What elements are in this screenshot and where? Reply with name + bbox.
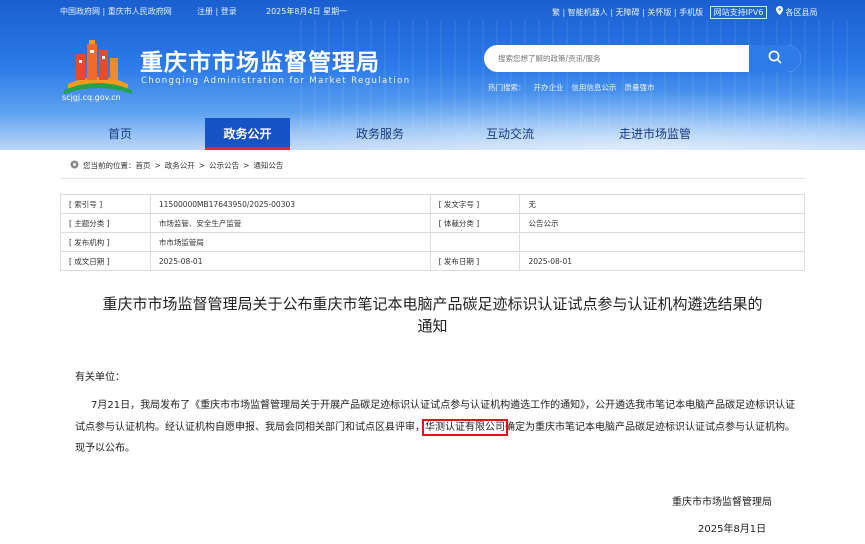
article-signature: 重庆市市场监督管理局: [672, 497, 772, 508]
meta-label: [ 主题分类 ]: [60, 213, 151, 233]
article-greeting: 有关单位：: [75, 372, 125, 383]
meta-label: [ 发布机构 ]: [60, 232, 151, 252]
table-row: [ 主题分类 ] 市场监管、安全生产监管 [ 体裁分类 ] 公告公示: [60, 213, 805, 233]
elderly-mode-link[interactable]: 关怀版: [647, 7, 671, 18]
cq-gov-link[interactable]: 重庆市人民政府网: [108, 6, 172, 17]
site-url: scjgj.cq.gov.cn: [62, 93, 121, 102]
region-link[interactable]: 各区县局: [786, 7, 818, 18]
site-logo[interactable]: [62, 36, 134, 96]
hot-search-item[interactable]: 开办企业: [534, 83, 564, 92]
top-links-left: 中国政府网 | 重庆市人民政府网: [60, 6, 172, 17]
hot-search-item[interactable]: 信用信息公示: [572, 83, 617, 92]
meta-label: [ 发布日期 ]: [429, 251, 521, 271]
meta-value: 2025-08-01: [519, 251, 805, 271]
meta-label: [ 发文字号 ]: [429, 194, 521, 214]
nav-gov-affairs[interactable]: 政务公开: [205, 118, 290, 150]
meta-label: [ 索引号 ]: [60, 194, 151, 214]
meta-value: 市场监管、安全生产监管: [149, 213, 431, 233]
article-title: 重庆市市场监督管理局关于公布重庆市笔记本电脑产品碳足迹标识认证试点参与认证机构遴…: [60, 293, 805, 337]
meta-value: 2025-08-01: [149, 251, 431, 271]
accessibility-link[interactable]: 无障碍: [616, 7, 640, 18]
main-nav: 首页 政务公开 政务服务 互动交流 走进市场监管: [0, 118, 865, 150]
site-header: 中国政府网 | 重庆市人民政府网 注册 | 登录 2025年8月4日 星期一 繁…: [0, 0, 865, 150]
search-input[interactable]: [484, 45, 744, 72]
site-title-english: Chongqing Administration for Market Regu…: [141, 76, 411, 86]
mobile-link[interactable]: 手机版: [679, 7, 703, 18]
current-date: 2025年8月4日 星期一: [266, 7, 348, 16]
location-icon: [70, 160, 79, 171]
breadcrumb-prefix: 您当前的位置：: [83, 161, 136, 170]
meta-value: 公告公示: [519, 213, 805, 233]
hot-search-item[interactable]: 质量强市: [625, 83, 655, 92]
table-row: [ 成文日期 ] 2025-08-01 [ 发布日期 ] 2025-08-01: [60, 251, 805, 271]
search-icon: [768, 49, 782, 68]
meta-empty: [519, 232, 805, 252]
hot-search-label: 热门搜索：: [488, 83, 526, 92]
hot-searches: 热门搜索： 开办企业 信用信息公示 质量强市: [488, 82, 663, 93]
site-title: 重庆市市场监督管理局: [140, 50, 380, 76]
meta-value: 11500000MB17643950/2025-00303: [149, 194, 431, 214]
account-links: 注册 | 登录: [197, 6, 237, 17]
breadcrumb: 您当前的位置： 首页 > 政务公开 > 公示公告 > 通知公告: [70, 160, 283, 171]
meta-empty: [429, 232, 521, 252]
highlighted-organization: 华测认证有限公司: [422, 418, 508, 436]
traditional-chinese-link[interactable]: 繁: [552, 7, 560, 18]
search-box: [484, 45, 801, 72]
meta-value: 无: [519, 194, 805, 214]
ipv6-badge: 网站支持IPV6: [709, 6, 768, 19]
breadcrumb-item[interactable]: 首页: [136, 160, 151, 171]
article-paragraph: 7月21日，我局发布了《重庆市市场监督管理局关于开展产品碳足迹标识认证试点参与认…: [75, 395, 800, 460]
table-row: [ 发布机构 ] 市市场监管局: [60, 232, 805, 252]
meta-value: 市市场监管局: [149, 232, 431, 252]
top-links-right: 繁 | 智能机器人 | 无障碍 | 关怀版 | 手机版 网站支持IPV6 各区县…: [552, 6, 818, 19]
article-title-line: 通知: [417, 317, 448, 335]
nav-gov-services[interactable]: 政务服务: [340, 118, 420, 150]
gov-link[interactable]: 中国政府网: [60, 6, 100, 17]
table-row: [ 索引号 ] 11500000MB17643950/2025-00303 [ …: [60, 194, 805, 214]
article-sign-date: 2025年8月1日: [698, 524, 767, 535]
meta-label: [ 成文日期 ]: [60, 251, 151, 271]
nav-home[interactable]: 首页: [80, 118, 160, 150]
location-pin-icon: [775, 6, 783, 17]
document-metadata-table: [ 索引号 ] 11500000MB17643950/2025-00303 [ …: [60, 194, 805, 271]
nav-about-regulation[interactable]: 走进市场监管: [605, 118, 705, 150]
breadcrumb-divider: [60, 178, 805, 179]
breadcrumb-item[interactable]: 通知公告: [253, 160, 283, 171]
article-body: 有关单位： 7月21日，我局发布了《重庆市市场监督管理局关于开展产品碳足迹标识认…: [75, 368, 800, 460]
search-button[interactable]: [749, 45, 801, 72]
nav-interaction[interactable]: 互动交流: [470, 118, 550, 150]
register-link[interactable]: 注册: [197, 6, 213, 17]
breadcrumb-item[interactable]: 公示公告: [209, 160, 239, 171]
article-title-line: 重庆市市场监督管理局关于公布重庆市笔记本电脑产品碳足迹标识认证试点参与认证机构遴…: [102, 295, 763, 313]
robot-link[interactable]: 智能机器人: [568, 7, 608, 18]
breadcrumb-item[interactable]: 政务公开: [165, 160, 195, 171]
meta-label: [ 体裁分类 ]: [429, 213, 521, 233]
login-link[interactable]: 登录: [221, 6, 237, 17]
